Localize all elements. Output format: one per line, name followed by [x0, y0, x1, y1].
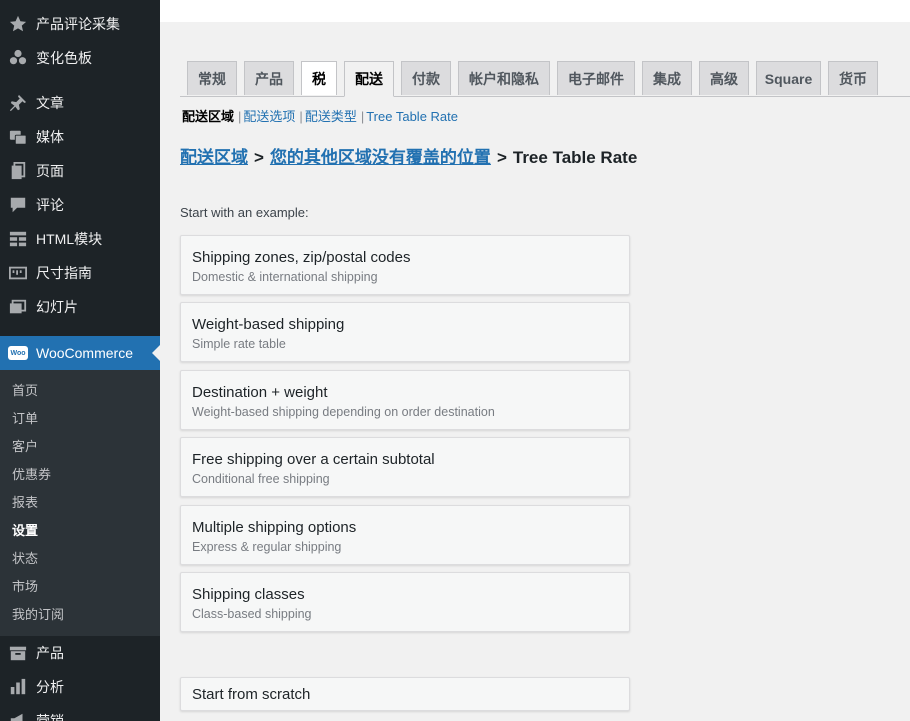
breadcrumb-current: Tree Table Rate: [512, 148, 638, 167]
menu-item-label: 尺寸指南: [36, 265, 92, 281]
menu-item-label: 产品: [36, 645, 64, 661]
menu-item-swatches[interactable]: 变化色板: [0, 41, 160, 75]
tab-baseline: [180, 96, 910, 97]
menu-item-pages[interactable]: 页面: [0, 154, 160, 188]
menu-item-label: 产品评论采集: [36, 16, 120, 32]
breadcrumb-separator: >: [496, 148, 507, 167]
top-bar: [160, 0, 910, 22]
menu-item-media[interactable]: 媒体: [0, 120, 160, 154]
archive-icon: [8, 643, 28, 663]
submenu-orders[interactable]: 订单: [12, 409, 38, 429]
tab-payments[interactable]: 付款: [401, 61, 451, 95]
slides-icon: [8, 297, 28, 317]
subnav-shipping-classes[interactable]: 配送类型: [305, 109, 357, 124]
shipping-subnav: 配送区域 | 配送选项 | 配送类型 | Tree Table Rate: [182, 106, 458, 125]
example-title: Multiple shipping options: [192, 519, 357, 536]
menu-item-label: WooCommerce: [36, 345, 133, 361]
woocommerce-logo-icon: Woo: [8, 346, 28, 360]
example-shipping-classes[interactable]: Shipping classes Class-based shipping: [180, 572, 630, 632]
example-multiple-options[interactable]: Multiple shipping options Express & regu…: [180, 505, 630, 565]
ruler-icon: [8, 263, 28, 283]
tab-products[interactable]: 产品: [244, 61, 294, 95]
breadcrumb-separator: >: [254, 148, 264, 167]
submenu-status[interactable]: 状态: [12, 549, 38, 569]
subnav-separator: |: [360, 109, 365, 124]
tab-general[interactable]: 常规: [187, 61, 237, 95]
current-menu-arrow: [152, 345, 160, 361]
submenu-settings[interactable]: 设置: [12, 521, 38, 541]
tab-emails[interactable]: 电子邮件: [557, 61, 635, 95]
admin-sidebar: 产品评论采集 变化色板 文章 媒体 页面 评论 HTML模块 尺寸指南 幻灯片 …: [0, 0, 160, 721]
example-description: Simple rate table: [192, 337, 286, 351]
example-shipping-zones[interactable]: Shipping zones, zip/postal codes Domesti…: [180, 235, 630, 295]
pin-icon: [8, 93, 28, 113]
menu-item-size-guide[interactable]: 尺寸指南: [0, 256, 160, 290]
woocommerce-submenu: 首页 订单 客户 优惠券 报表 设置 状态 市场 我的订阅: [0, 370, 160, 636]
example-title: Weight-based shipping: [192, 316, 345, 333]
menu-item-analytics[interactable]: 分析: [0, 670, 160, 704]
star-icon: [8, 14, 28, 34]
menu-item-comments[interactable]: 评论: [0, 188, 160, 222]
swatches-icon: [8, 48, 28, 68]
menu-item-label: 营销: [36, 713, 64, 721]
example-title: Free shipping over a certain subtotal: [192, 451, 435, 468]
menu-item-slides[interactable]: 幻灯片: [0, 290, 160, 324]
breadcrumb-shipping-zones-link[interactable]: 配送区域: [180, 148, 248, 167]
menu-item-label: HTML模块: [36, 231, 103, 247]
example-title: Destination + weight: [192, 384, 328, 401]
example-free-shipping[interactable]: Free shipping over a certain subtotal Co…: [180, 437, 630, 497]
tab-advanced[interactable]: 高级: [699, 61, 749, 95]
tab-shipping[interactable]: 配送: [344, 61, 394, 97]
submenu-marketplace[interactable]: 市场: [12, 577, 38, 597]
submenu-my-subscriptions[interactable]: 我的订阅: [12, 605, 64, 625]
subnav-separator: |: [299, 109, 303, 124]
tab-integration[interactable]: 集成: [642, 61, 692, 95]
menu-item-label: 变化色板: [36, 50, 92, 66]
tab-accounts-privacy[interactable]: 帐户和隐私: [458, 61, 550, 95]
menu-item-label: 分析: [36, 679, 64, 695]
megaphone-icon: [8, 711, 28, 721]
subnav-tree-table-rate[interactable]: Tree Table Rate: [366, 109, 458, 124]
subnav-shipping-options[interactable]: 配送选项: [243, 109, 295, 124]
menu-item-html-block[interactable]: HTML模块: [0, 222, 160, 256]
subnav-shipping-zones[interactable]: 配送区域: [182, 109, 234, 124]
scratch-title: Start from scratch: [192, 686, 311, 703]
tab-currency[interactable]: 货币: [828, 61, 878, 95]
menu-item-label: 页面: [36, 163, 64, 179]
submenu-customers[interactable]: 客户: [12, 437, 38, 457]
start-from-scratch-button[interactable]: Start from scratch: [180, 677, 630, 711]
menu-item-products[interactable]: 产品: [0, 636, 160, 670]
menu-item-label: 评论: [36, 197, 64, 213]
menu-item-label: 文章: [36, 95, 64, 111]
tab-tax[interactable]: 税: [301, 61, 337, 95]
breadcrumb: 配送区域 > 您的其他区域没有覆盖的位置 > Tree Table Rate: [180, 143, 637, 168]
breadcrumb-other-locations-link[interactable]: 您的其他区域没有覆盖的位置: [270, 148, 491, 167]
example-title: Shipping classes: [192, 586, 305, 603]
bar-chart-icon: [8, 677, 28, 697]
page-icon: [8, 161, 28, 181]
example-description: Weight-based shipping depending on order…: [192, 405, 495, 419]
example-description: Class-based shipping: [192, 607, 312, 621]
menu-item-review-collector[interactable]: 产品评论采集: [0, 7, 160, 41]
example-description: Express & regular shipping: [192, 540, 342, 554]
menu-item-marketing[interactable]: 营销: [0, 704, 160, 721]
example-weight-based[interactable]: Weight-based shipping Simple rate table: [180, 302, 630, 362]
example-title: Shipping zones, zip/postal codes: [192, 249, 411, 266]
subnav-separator: |: [238, 109, 242, 124]
examples-label: Start with an example:: [180, 205, 309, 220]
comment-icon: [8, 195, 28, 215]
menu-item-posts[interactable]: 文章: [0, 86, 160, 120]
example-destination-weight[interactable]: Destination + weight Weight-based shippi…: [180, 370, 630, 430]
menu-item-label: 幻灯片: [36, 299, 78, 315]
submenu-reports[interactable]: 报表: [12, 493, 38, 513]
menu-item-label: 媒体: [36, 129, 64, 145]
menu-item-woocommerce[interactable]: Woo WooCommerce: [0, 336, 160, 370]
media-icon: [8, 127, 28, 147]
example-description: Conditional free shipping: [192, 472, 330, 486]
submenu-home[interactable]: 首页: [12, 381, 38, 401]
example-description: Domestic & international shipping: [192, 270, 378, 284]
submenu-coupons[interactable]: 优惠券: [12, 465, 51, 485]
html-block-icon: [8, 229, 28, 249]
tab-square[interactable]: Square: [756, 61, 821, 95]
